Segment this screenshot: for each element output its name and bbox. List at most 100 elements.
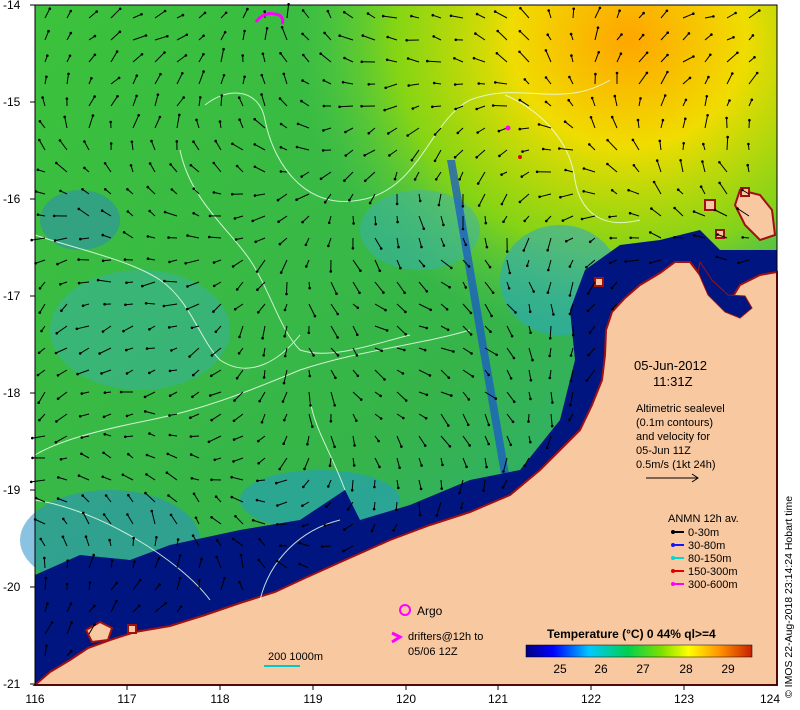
velocity-arrow-head [398, 466, 401, 470]
velocity-arrow-head [102, 415, 106, 419]
velocity-arrow-head [192, 140, 195, 143]
velocity-arrow-head [597, 51, 600, 54]
velocity-arrow-head [213, 458, 217, 462]
velocity-arrow-head [750, 98, 754, 102]
velocity-arrow-head [29, 480, 33, 484]
velocity-arrow-head [352, 464, 356, 467]
velocity-arrow-head [590, 96, 594, 100]
velocity-arrow-head [688, 76, 692, 80]
velocity-arrow-head [232, 438, 236, 441]
velocity-arrow-head [122, 329, 125, 333]
colorbar-tick-label: 29 [721, 662, 735, 676]
velocity-arrow-head [119, 390, 123, 394]
velocity-arrow-head [207, 235, 211, 239]
velocity-arrow-head [163, 279, 166, 283]
velocity-arrow-head [300, 99, 303, 103]
anmn-legend-label: 150-300m [688, 566, 738, 578]
velocity-arrow-head [67, 72, 70, 76]
velocity-arrow-head [275, 559, 279, 563]
velocity-arrow-head [309, 404, 312, 407]
velocity-arrow [146, 302, 156, 305]
velocity-arrow-head [383, 108, 387, 112]
velocity-arrow-head [45, 75, 48, 79]
velocity-arrow-head [166, 452, 170, 456]
velocity-arrow-head [343, 179, 346, 182]
anmn-legend-dot [671, 582, 675, 586]
velocity-arrow-head [511, 420, 515, 424]
velocity-arrow-head [257, 311, 260, 314]
velocity-arrow-head [56, 497, 60, 500]
velocity-arrow-head [146, 257, 150, 261]
velocity-arrow-head [192, 373, 195, 377]
velocity-arrow-head [283, 308, 287, 312]
velocity-arrow-head [156, 93, 160, 96]
velocity-arrow-head [44, 576, 48, 580]
velocity-arrow-head [468, 444, 472, 447]
velocity-arrow-head [441, 463, 444, 467]
velocity-arrow-head [101, 233, 105, 237]
velocity-arrow-head [378, 269, 382, 273]
velocity-arrow-head [191, 395, 194, 399]
velocity-arrow-head [363, 179, 367, 183]
velocity-arrow-head [168, 260, 171, 264]
velocity-arrow-head [231, 537, 235, 541]
velocity-arrow-head [38, 311, 42, 314]
velocity-arrow-head [80, 436, 84, 439]
velocity-arrow-head [224, 11, 228, 15]
velocity-arrow-head [518, 98, 522, 102]
velocity-arrow-head [104, 188, 107, 191]
velocity-arrow-head [631, 138, 635, 142]
velocity-arrow-head [198, 579, 201, 582]
velocity-arrow-head [333, 404, 337, 407]
velocity-arrow-head [545, 219, 548, 223]
colorbar-tick-label: 27 [636, 662, 650, 676]
velocity-arrow-head [101, 475, 105, 479]
lon-tick-label: 119 [303, 692, 322, 706]
velocity-arrow-head [200, 557, 203, 561]
velocity-arrow-head [265, 27, 269, 30]
velocity-arrow-head [548, 354, 551, 358]
velocity-arrow-head [232, 419, 236, 423]
velocity-arrow-head [505, 250, 509, 253]
velocity-arrow-head [751, 34, 755, 37]
velocity-arrow-head [606, 138, 609, 142]
velocity-arrow-head [178, 554, 182, 557]
velocity-arrow-head [367, 131, 371, 135]
velocity-arrow-head [31, 456, 34, 460]
velocity-arrow-head [56, 262, 59, 266]
velocity-arrow-head [342, 549, 345, 553]
time-label: 11:31Z [653, 374, 693, 389]
velocity-arrow-head [718, 161, 721, 164]
drifters-legend-line1: drifters@12h to [408, 631, 483, 643]
anmn-legend-label: 0-30m [688, 527, 719, 539]
velocity-arrow-head [322, 129, 325, 132]
velocity-arrow-head [170, 188, 174, 191]
velocity-arrow-head [283, 334, 287, 338]
velocity-arrow-head [544, 76, 548, 79]
velocity-arrow-head [336, 312, 340, 316]
velocity-arrow-head [434, 178, 438, 181]
velocity-arrow-head [758, 9, 761, 12]
velocity-arrow-head [158, 115, 162, 119]
velocity-arrow-head [69, 31, 73, 35]
velocity-arrow-head [528, 310, 532, 314]
velocity-arrow-head [358, 291, 361, 295]
velocity-arrow-head [620, 33, 623, 36]
velocity-arrow-head [295, 145, 299, 149]
velocity-arrow-head [102, 451, 105, 455]
velocity-arrow-head [135, 74, 139, 77]
velocity-arrow-head [546, 33, 549, 36]
velocity-arrow-head [263, 10, 267, 13]
velocity-arrow-head [148, 209, 151, 213]
velocity-arrow-head [629, 236, 632, 240]
velocity-arrow-head [189, 416, 192, 420]
velocity-arrow-head [137, 604, 141, 608]
velocity-arrow-head [423, 348, 427, 352]
velocity-arrow-head [162, 304, 166, 308]
velocity-arrow-head [551, 401, 554, 404]
velocity-arrow-head [580, 217, 584, 221]
velocity-arrow-head [380, 349, 384, 353]
velocity-arrow-head [255, 498, 259, 502]
velocity-arrow-head [69, 9, 73, 13]
velocity-arrow-head [202, 70, 205, 73]
